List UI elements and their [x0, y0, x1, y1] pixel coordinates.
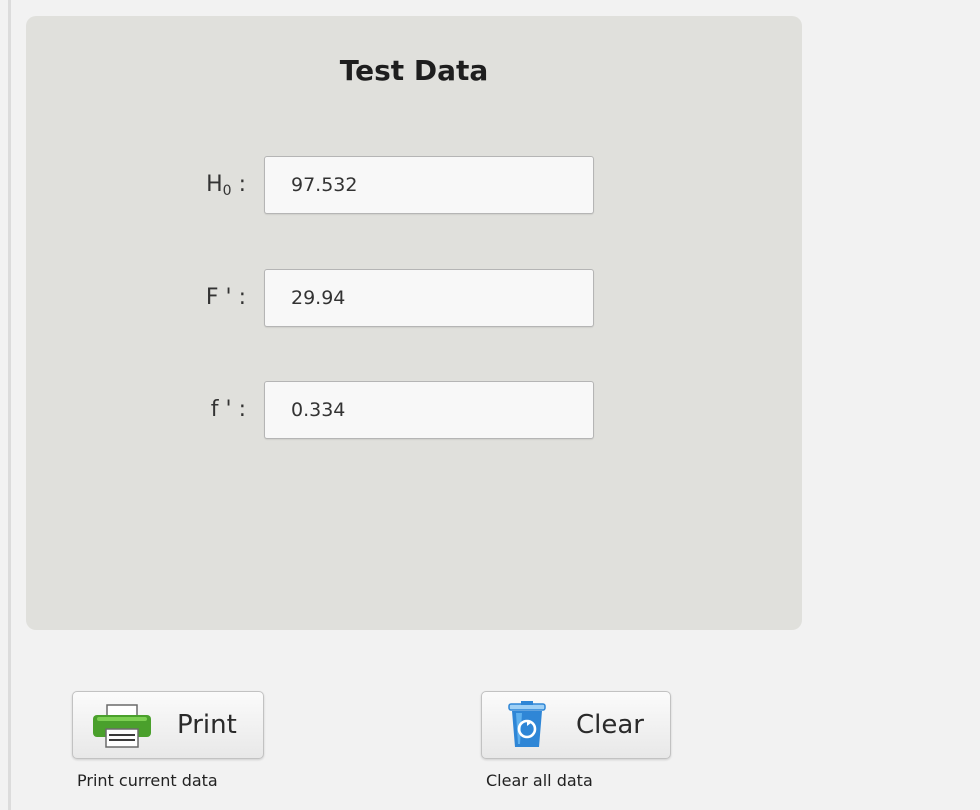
print-button-label: Print: [177, 710, 237, 740]
test-data-panel: Test Data H0 : 97.532 F ' : 29.94 f ' : …: [26, 16, 802, 630]
printer-icon: [91, 702, 153, 754]
print-button[interactable]: Print: [72, 691, 264, 759]
field-row-f-prime: F ' : 29.94: [26, 269, 802, 327]
f-lower-prime-field[interactable]: 0.334: [264, 381, 594, 439]
print-caption: Print current data: [77, 771, 218, 790]
field-row-f-lower-prime: f ' : 0.334: [26, 381, 802, 439]
test-data-screen: Test Data H0 : 97.532 F ' : 29.94 f ' : …: [0, 0, 980, 810]
f-prime-label: F ' :: [205, 285, 246, 310]
field-row-h0: H0 : 97.532: [26, 156, 802, 214]
clear-button[interactable]: Clear: [481, 691, 671, 759]
f-lower-prime-label: f ' :: [210, 397, 246, 422]
clear-caption: Clear all data: [486, 771, 593, 790]
panel-title: Test Data: [339, 54, 489, 87]
left-border: [8, 0, 11, 810]
clear-button-label: Clear: [576, 710, 644, 740]
f-prime-field[interactable]: 29.94: [264, 269, 594, 327]
h0-label: H0 :: [206, 172, 246, 199]
recycle-bin-icon: [506, 700, 548, 754]
h0-field[interactable]: 97.532: [264, 156, 594, 214]
